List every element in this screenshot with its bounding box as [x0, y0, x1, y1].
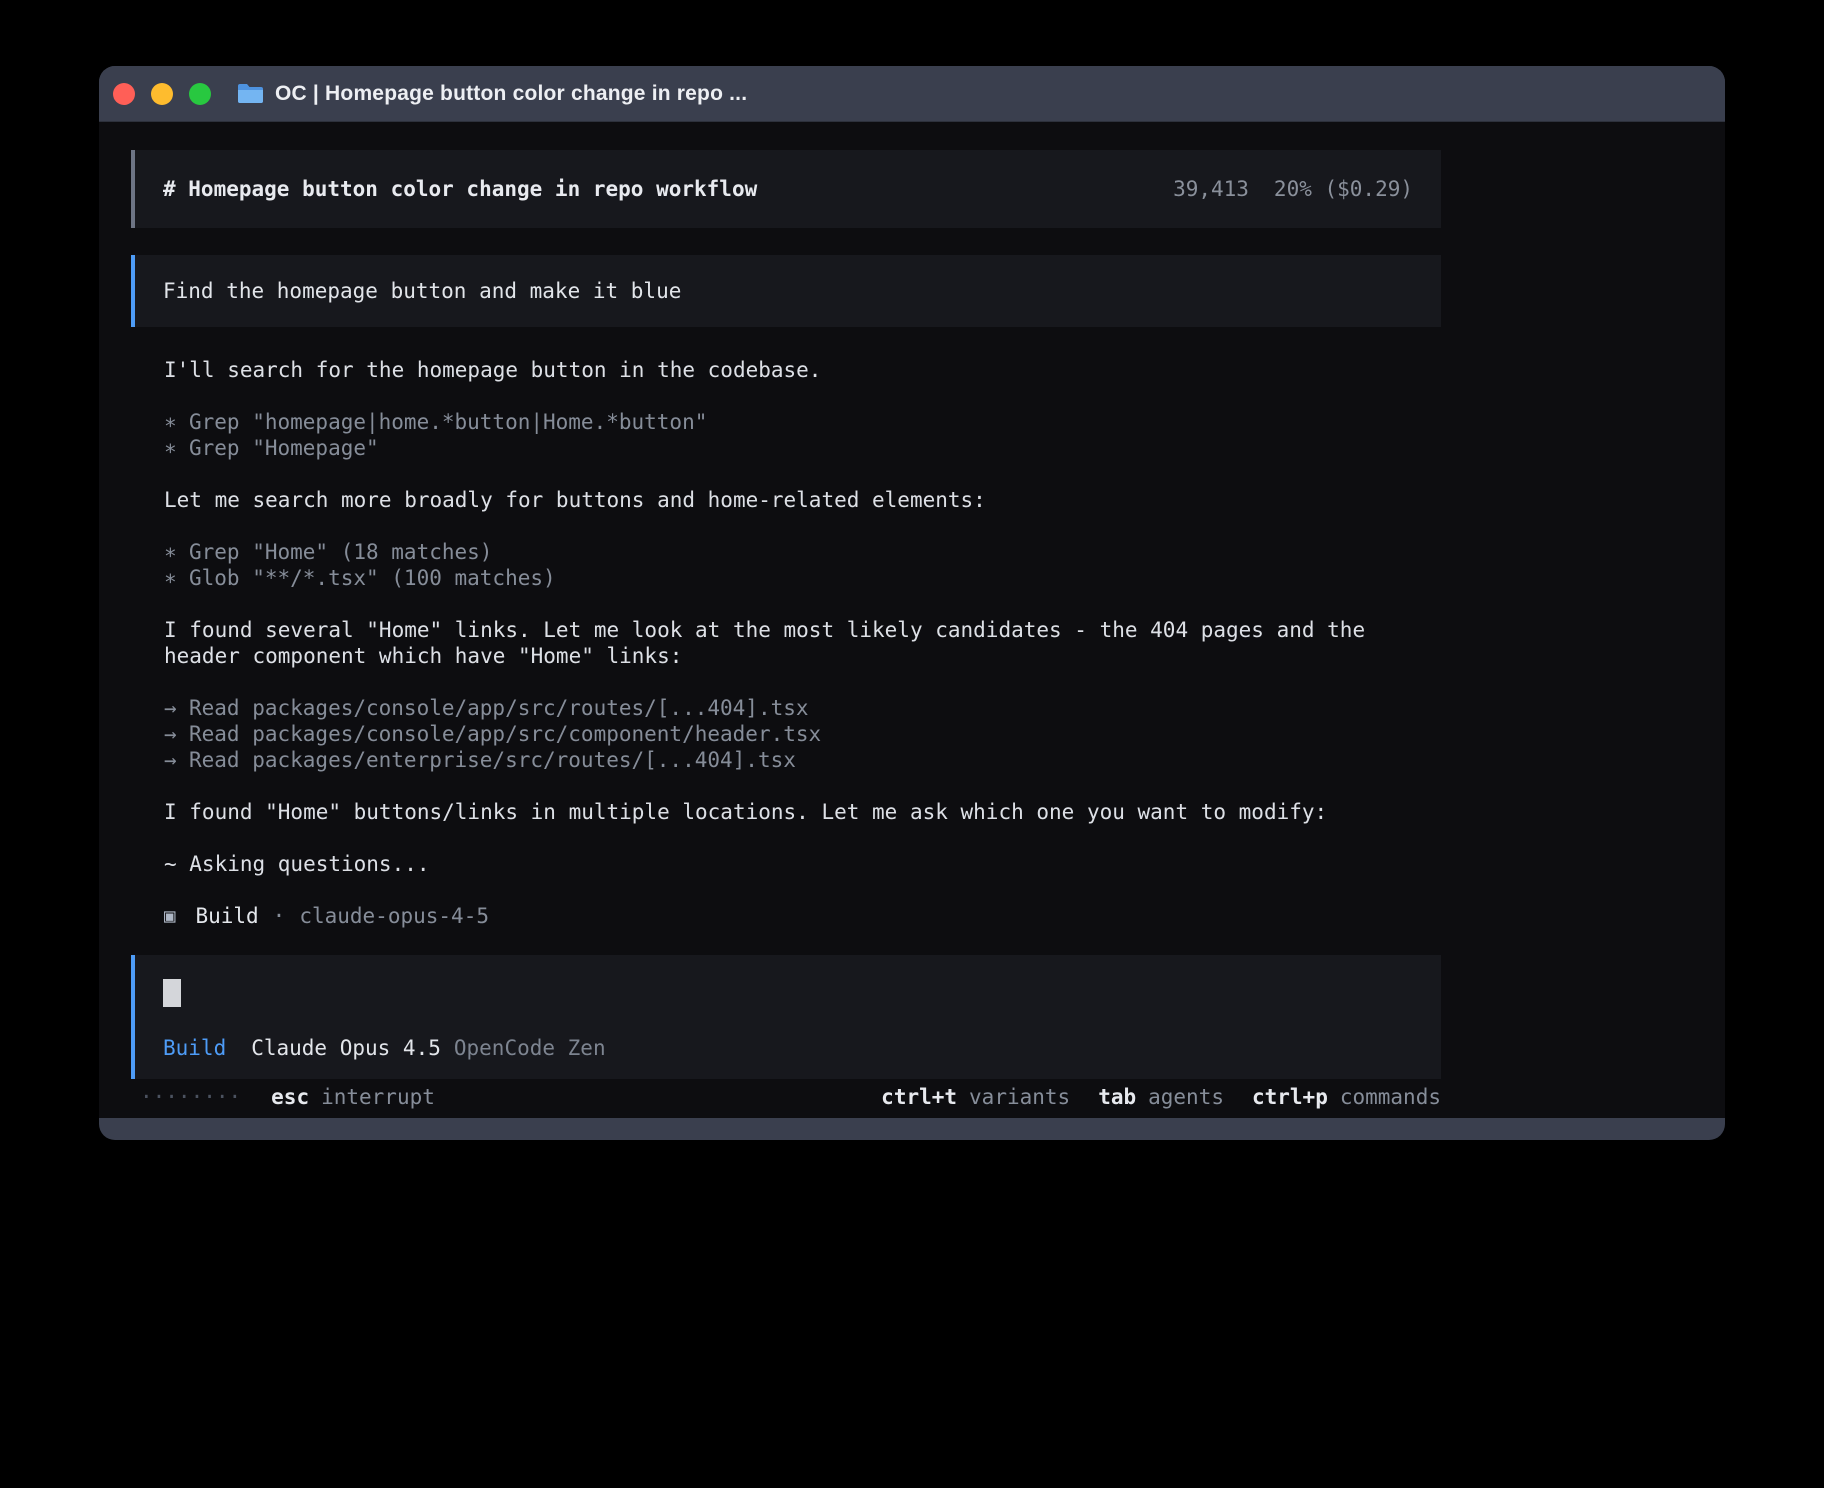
shortcut-key: tab — [1098, 1085, 1136, 1109]
context-cost: 20% ($0.29) — [1274, 177, 1413, 201]
assistant-message: I found several "Home" links. Let me loo… — [164, 617, 1407, 669]
session-stats: 39,413 20% ($0.29) — [1173, 177, 1413, 201]
agent-square-icon: ▣ — [164, 903, 175, 929]
agent-badge: ▣ Build · claude-opus-4-5 — [164, 903, 1407, 929]
tool-call-grep[interactable]: ∗ Grep "Home" (18 matches) — [164, 539, 1407, 565]
arrow-right-icon: → — [164, 747, 189, 773]
minimize-button[interactable] — [151, 83, 173, 105]
model-label[interactable]: Claude Opus 4.5 — [251, 1035, 441, 1061]
window-controls — [113, 83, 211, 105]
asterisk-icon: ∗ — [164, 435, 189, 461]
prompt-input[interactable]: Build Claude Opus 4.5 OpenCode Zen — [131, 955, 1441, 1079]
asking-questions-status: ~ Asking questions... — [164, 851, 1407, 877]
dot-separator: · — [273, 903, 286, 929]
shortcut-key: ctrl+p — [1252, 1085, 1328, 1109]
status-bar: ········ esc interrupt ctrl+t variants t… — [131, 1081, 1441, 1113]
esc-key-hint: esc — [271, 1085, 309, 1109]
asterisk-icon: ∗ — [164, 409, 189, 435]
esc-key-label: interrupt — [321, 1085, 435, 1109]
tool-call-group: ∗ Grep "Home" (18 matches) ∗ Glob "**/*.… — [164, 539, 1407, 591]
assistant-message: Let me search more broadly for buttons a… — [164, 487, 1407, 513]
text-cursor — [163, 979, 181, 1007]
shortcut-label: variants — [969, 1085, 1070, 1109]
tool-call-glob[interactable]: ∗ Glob "**/*.tsx" (100 matches) — [164, 565, 1407, 591]
tool-call-read[interactable]: → Read packages/enterprise/src/routes/[.… — [164, 747, 1407, 773]
shortcut-label: agents — [1148, 1085, 1224, 1109]
close-button[interactable] — [113, 83, 135, 105]
shortcut-agents: tab agents — [1098, 1085, 1224, 1109]
assistant-message: I found "Home" buttons/links in multiple… — [164, 799, 1407, 825]
tool-call-group: → Read packages/console/app/src/routes/[… — [164, 695, 1407, 773]
tool-call-text: Grep "Home" (18 matches) — [189, 539, 492, 565]
user-message-text: Find the homepage button and make it blu… — [163, 279, 681, 303]
folder-icon — [237, 83, 264, 104]
tool-call-grep[interactable]: ∗ Grep "Homepage" — [164, 435, 1407, 461]
shortcut-hints: ctrl+t variants tab agents ctrl+p comman… — [881, 1085, 1441, 1109]
shortcut-commands: ctrl+p commands — [1252, 1085, 1441, 1109]
asterisk-icon: ∗ — [164, 565, 189, 591]
assistant-message: I'll search for the homepage button in t… — [164, 357, 1407, 383]
asterisk-icon: ∗ — [164, 539, 189, 565]
tool-call-read[interactable]: → Read packages/console/app/src/routes/[… — [164, 695, 1407, 721]
shortcut-key: ctrl+t — [881, 1085, 957, 1109]
user-message: Find the homepage button and make it blu… — [131, 255, 1441, 327]
zoom-button[interactable] — [189, 83, 211, 105]
arrow-right-icon: → — [164, 721, 189, 747]
session-header: # Homepage button color change in repo w… — [131, 150, 1441, 228]
tool-call-group: ∗ Grep "homepage|home.*button|Home.*butt… — [164, 409, 1407, 461]
window-title: OC | Homepage button color change in rep… — [275, 82, 747, 106]
session-title: # Homepage button color change in repo w… — [163, 177, 757, 201]
token-count: 39,413 — [1173, 177, 1249, 201]
arrow-right-icon: → — [164, 695, 189, 721]
input-meta: Build Claude Opus 4.5 OpenCode Zen — [163, 1035, 1413, 1061]
tool-call-text: Grep "Homepage" — [189, 435, 379, 461]
tool-call-grep[interactable]: ∗ Grep "homepage|home.*button|Home.*butt… — [164, 409, 1407, 435]
spinner-dots: ········ — [140, 1085, 241, 1109]
terminal-window: OC | Homepage button color change in rep… — [99, 66, 1725, 1140]
provider-label: OpenCode Zen — [454, 1035, 606, 1061]
tool-call-read[interactable]: → Read packages/console/app/src/componen… — [164, 721, 1407, 747]
agent-name: Build — [195, 903, 258, 929]
tool-call-text: Read packages/enterprise/src/routes/[...… — [189, 747, 796, 773]
terminal-content: # Homepage button color change in repo w… — [99, 122, 1725, 1118]
tool-call-text: Glob "**/*.tsx" (100 matches) — [189, 565, 556, 591]
shortcut-label: commands — [1340, 1085, 1441, 1109]
agent-model: claude-opus-4-5 — [299, 903, 489, 929]
tool-call-text: Read packages/console/app/src/routes/[..… — [189, 695, 809, 721]
tool-call-text: Grep "homepage|home.*button|Home.*button… — [189, 409, 707, 435]
assistant-transcript: I'll search for the homepage button in t… — [164, 357, 1407, 929]
titlebar[interactable]: OC | Homepage button color change in rep… — [99, 66, 1725, 122]
agent-mode-label[interactable]: Build — [163, 1035, 226, 1061]
tool-call-text: Read packages/console/app/src/component/… — [189, 721, 821, 747]
shortcut-variants: ctrl+t variants — [881, 1085, 1070, 1109]
